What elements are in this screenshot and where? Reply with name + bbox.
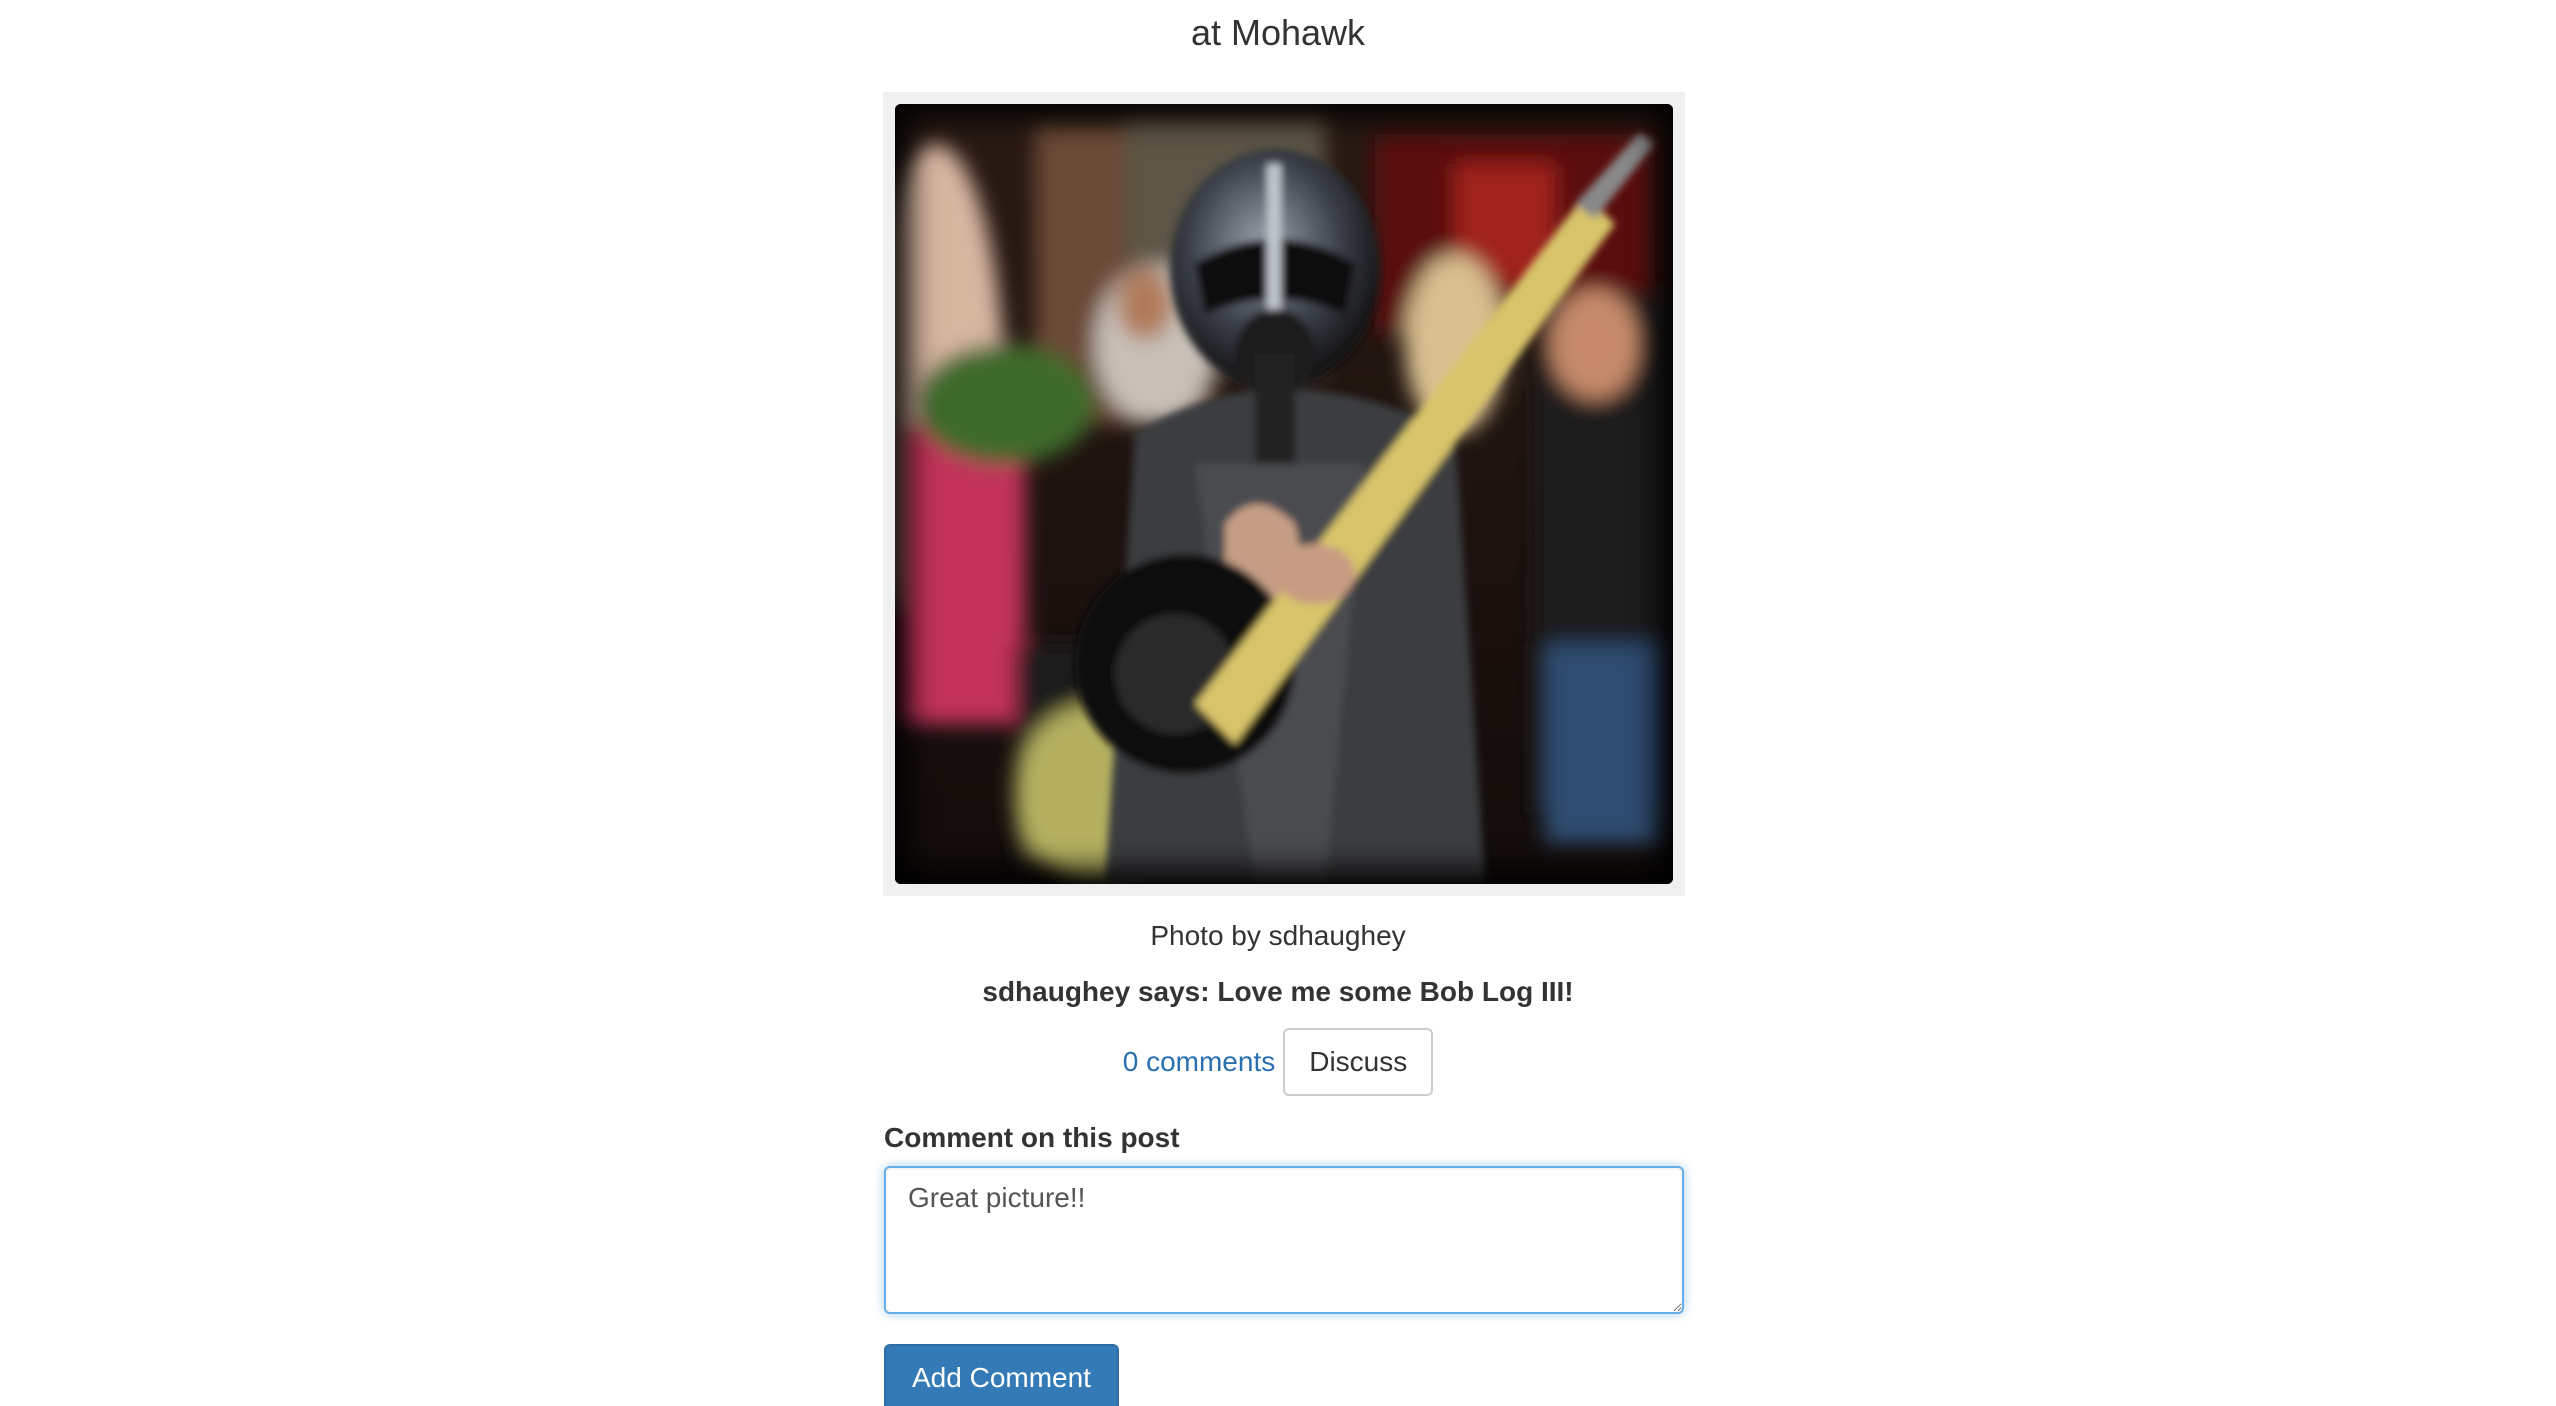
post-title: at Mohawk	[1190, 12, 1366, 53]
comment-form-label: Comment on this post	[884, 1122, 1180, 1153]
photo-illustration	[895, 104, 1673, 884]
discuss-button[interactable]: Discuss	[1283, 1028, 1434, 1096]
comments-count-link[interactable]: 0 comments	[1123, 1029, 1276, 1095]
photo-credit: Photo by sdhaughey	[1150, 920, 1406, 951]
photo-frame	[883, 92, 1685, 896]
comment-textarea[interactable]: Great picture!!	[884, 1166, 1684, 1314]
post-message: sdhaughey says: Love me some Bob Log III…	[982, 976, 1574, 1007]
post-actions: 0 comments Discuss	[0, 1028, 2556, 1096]
post-page: at Mohawk Photo by sdhaughey sdhaughey s…	[0, 0, 2556, 1406]
add-comment-button[interactable]: Add Comment	[884, 1344, 1119, 1406]
post-photo	[895, 104, 1673, 884]
